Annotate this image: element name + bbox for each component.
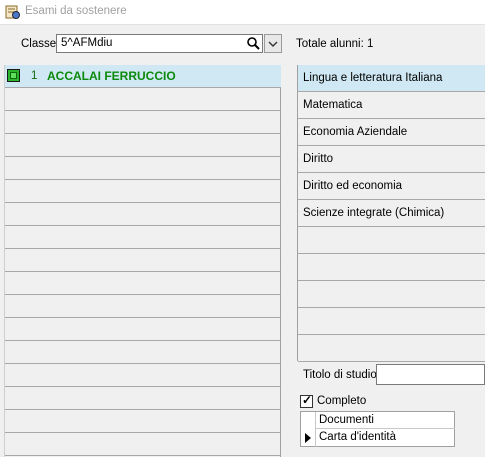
subject-row[interactable]: Diritto ed economia (298, 173, 485, 200)
title-bar: Esami da sostenere (0, 0, 485, 25)
completo-label: Completo (317, 395, 367, 407)
subjects-list[interactable]: Lingua e letteratura Italiana Matematica… (297, 65, 485, 362)
empty-row (5, 157, 281, 180)
subject-row[interactable]: Lingua e letteratura Italiana (298, 65, 485, 92)
subject-label: Lingua e letteratura Italiana (303, 72, 443, 84)
subject-label: Scienze integrate (Chimica) (303, 207, 445, 219)
students-list[interactable]: 1 ACCALAI FERRUCCIO (4, 65, 281, 457)
classe-field[interactable]: 5^AFMdiu (56, 34, 263, 53)
check-icon: ✓ (302, 393, 313, 407)
empty-row (5, 272, 281, 295)
documento-label: Carta d'identità (319, 431, 396, 443)
subject-row[interactable]: Economia Aziendale (298, 119, 485, 146)
empty-subject-row (298, 254, 485, 281)
search-icon[interactable] (246, 36, 261, 51)
classe-label: Classe (21, 38, 57, 50)
empty-row (5, 134, 281, 157)
chevron-down-icon (268, 41, 278, 47)
documenti-header: Documenti (315, 412, 455, 429)
app-icon (5, 5, 20, 19)
empty-row (5, 341, 281, 364)
empty-row (5, 180, 281, 203)
student-row[interactable]: 1 ACCALAI FERRUCCIO (5, 65, 281, 88)
status-icon (7, 69, 20, 82)
classe-value: 5^AFMdiu (61, 37, 113, 49)
empty-row (5, 364, 281, 387)
classe-dropdown-button[interactable] (264, 34, 282, 53)
titolo-di-studio-label: Titolo di studio (303, 369, 377, 381)
empty-subject-row (298, 281, 485, 308)
documento-row[interactable]: Carta d'identità (301, 429, 455, 447)
subject-label: Diritto ed economia (303, 180, 403, 192)
empty-subject-row (298, 308, 485, 335)
empty-row (5, 387, 281, 410)
empty-row (5, 111, 281, 134)
empty-row (5, 410, 281, 433)
documenti-header-label: Documenti (319, 414, 374, 426)
completo-checkbox[interactable]: ✓ (300, 393, 313, 408)
student-number: 1 (31, 70, 38, 82)
subject-row[interactable]: Scienze integrate (Chimica) (298, 200, 485, 227)
subject-row[interactable]: Matematica (298, 92, 485, 119)
subject-label: Economia Aziendale (303, 126, 408, 138)
titolo-di-studio-field[interactable] (376, 364, 485, 385)
subject-label: Matematica (303, 99, 363, 111)
window-title: Esami da sostenere (25, 5, 127, 17)
totale-alunni: Totale alunni: 1 (296, 38, 374, 50)
empty-row (5, 318, 281, 341)
subject-row[interactable]: Diritto (298, 146, 485, 173)
row-pointer-icon (305, 433, 311, 443)
empty-subject-row (298, 227, 485, 254)
student-name: ACCALAI FERRUCCIO (47, 69, 176, 83)
empty-row (5, 295, 281, 318)
empty-row (5, 203, 281, 226)
subject-label: Diritto (303, 153, 334, 165)
empty-row (5, 249, 281, 272)
empty-row (5, 88, 281, 111)
empty-row (5, 433, 281, 456)
documento-cell[interactable]: Carta d'identità (315, 429, 455, 447)
empty-subject-row (298, 335, 485, 362)
empty-row (5, 226, 281, 249)
documenti-grid[interactable]: Documenti Carta d'identità (300, 411, 455, 447)
